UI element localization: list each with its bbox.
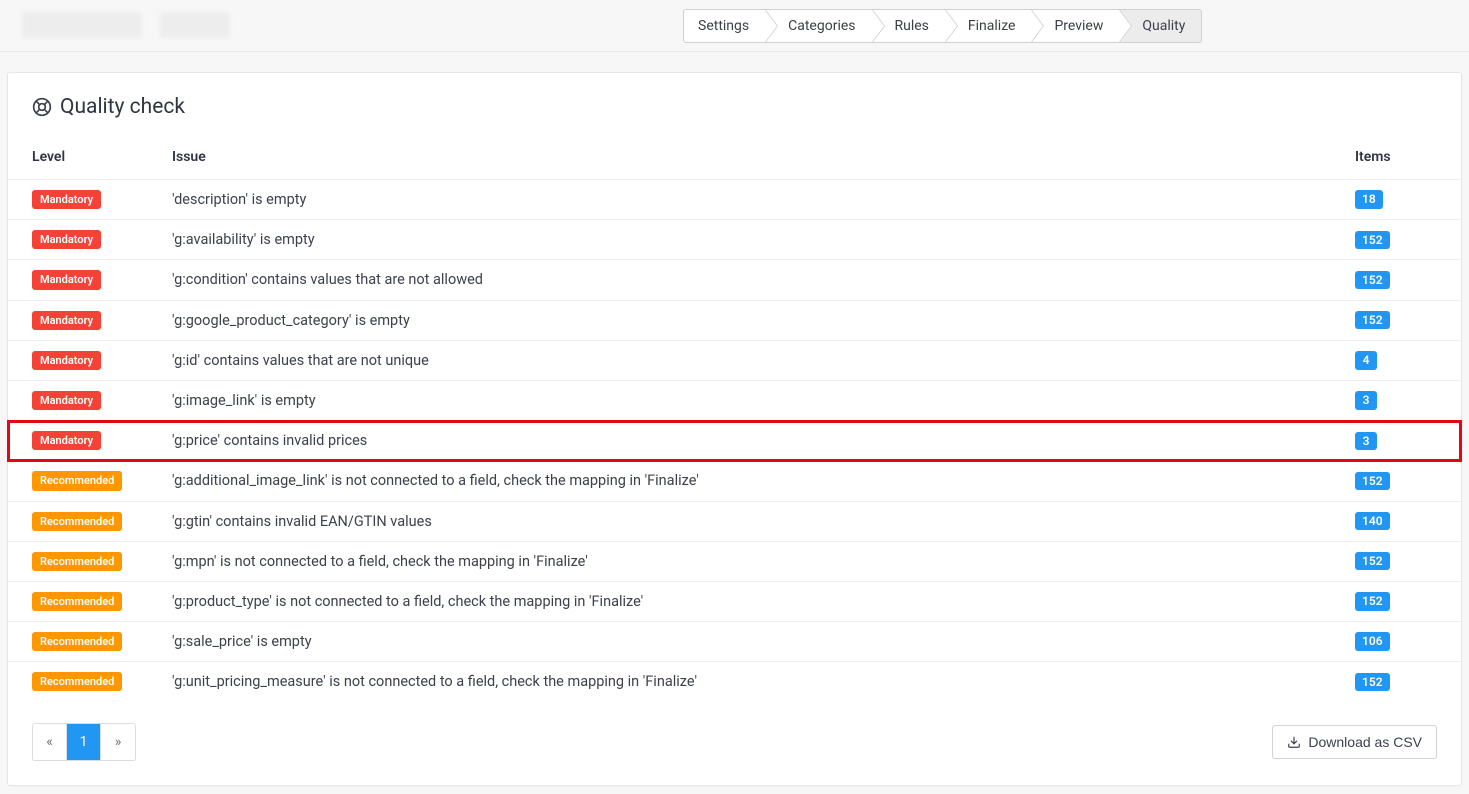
pager-next[interactable]: »: [101, 724, 135, 760]
items-count-badge: 152: [1355, 472, 1390, 490]
level-badge: Mandatory: [32, 311, 101, 330]
issue-cell: 'g:mpn' is not connected to a field, che…: [148, 541, 1331, 581]
table-row[interactable]: Mandatory 'g:price' contains invalid pric…: [8, 421, 1461, 461]
step-preview[interactable]: Preview: [1031, 9, 1120, 43]
table-row[interactable]: Recommended 'g:product_type' is not conne…: [8, 581, 1461, 621]
items-count-badge: 152: [1355, 552, 1390, 570]
issue-cell: 'g:google_product_category' is empty: [148, 300, 1331, 340]
level-badge: Recommended: [32, 552, 122, 571]
table-row[interactable]: Recommended 'g:unit_pricing_measure' is n…: [8, 662, 1461, 702]
items-count-badge: 152: [1355, 231, 1390, 249]
table-row[interactable]: Mandatory 'description' is empty 18: [8, 180, 1461, 220]
wizard-steps: SettingsCategoriesRulesFinalizePreviewQu…: [684, 9, 1202, 43]
level-badge: Recommended: [32, 672, 122, 691]
issue-cell: 'g:price' contains invalid prices: [148, 421, 1331, 461]
step-finalize[interactable]: Finalize: [945, 9, 1033, 43]
pagination: « 1 »: [32, 723, 136, 761]
issue-cell: 'g:additional_image_link' is not connect…: [148, 461, 1331, 501]
redacted-block: [22, 12, 142, 38]
pager-prev[interactable]: «: [33, 724, 67, 760]
issue-cell: 'g:image_link' is empty: [148, 380, 1331, 420]
items-count-badge: 152: [1355, 673, 1390, 691]
col-header-items: Items: [1331, 135, 1461, 180]
download-csv-label: Download as CSV: [1308, 734, 1422, 750]
level-badge: Recommended: [32, 632, 122, 651]
items-count-badge: 152: [1355, 271, 1390, 289]
issue-cell: 'g:product_type' is not connected to a f…: [148, 581, 1331, 621]
col-header-issue: Issue: [148, 135, 1331, 180]
level-badge: Mandatory: [32, 351, 101, 370]
table-row[interactable]: Mandatory 'g:image_link' is empty 3: [8, 380, 1461, 420]
col-header-level: Level: [8, 135, 148, 180]
issue-cell: 'g:sale_price' is empty: [148, 622, 1331, 662]
items-count-badge: 152: [1355, 311, 1390, 329]
items-count-badge: 3: [1355, 391, 1377, 409]
table-row[interactable]: Mandatory 'g:availability' is empty 152: [8, 220, 1461, 260]
table-row[interactable]: Recommended 'g:additional_image_link' is …: [8, 461, 1461, 501]
download-icon: [1287, 735, 1301, 749]
redacted-block: [160, 12, 230, 38]
items-count-badge: 152: [1355, 592, 1390, 610]
panel-footer: « 1 » Download as CSV: [8, 701, 1461, 785]
level-badge: Mandatory: [32, 190, 101, 209]
issue-cell: 'g:condition' contains values that are n…: [148, 260, 1331, 300]
level-badge: Mandatory: [32, 230, 101, 249]
table-row[interactable]: Recommended 'g:mpn' is not connected to a…: [8, 541, 1461, 581]
step-categories[interactable]: Categories: [765, 9, 872, 43]
table-row[interactable]: Mandatory 'g:id' contains values that are…: [8, 340, 1461, 380]
issue-cell: 'description' is empty: [148, 180, 1331, 220]
items-count-badge: 140: [1355, 512, 1390, 530]
download-csv-button[interactable]: Download as CSV: [1272, 725, 1437, 759]
issue-cell: 'g:unit_pricing_measure' is not connecte…: [148, 662, 1331, 702]
quality-table: Level Issue Items Mandatory 'description'…: [8, 135, 1461, 701]
life-ring-icon: [32, 97, 52, 117]
table-row[interactable]: Mandatory 'g:condition' contains values t…: [8, 260, 1461, 300]
level-badge: Recommended: [32, 592, 122, 611]
issue-cell: 'g:availability' is empty: [148, 220, 1331, 260]
top-bar: SettingsCategoriesRulesFinalizePreviewQu…: [0, 0, 1469, 52]
items-count-badge: 4: [1355, 351, 1377, 369]
level-badge: Mandatory: [32, 431, 101, 450]
panel-title: Quality check: [60, 95, 185, 119]
panel-header: Quality check: [8, 73, 1461, 135]
items-count-badge: 18: [1355, 190, 1383, 208]
issue-cell: 'g:id' contains values that are not uniq…: [148, 340, 1331, 380]
level-badge: Recommended: [32, 512, 122, 531]
pager-page-1[interactable]: 1: [67, 724, 101, 760]
level-badge: Recommended: [32, 471, 122, 490]
items-count-badge: 3: [1355, 432, 1377, 450]
level-badge: Mandatory: [32, 270, 101, 289]
table-row[interactable]: Recommended 'g:sale_price' is empty 106: [8, 622, 1461, 662]
items-count-badge: 106: [1355, 632, 1390, 650]
step-settings[interactable]: Settings: [683, 9, 766, 43]
level-badge: Mandatory: [32, 391, 101, 410]
table-row[interactable]: Recommended 'g:gtin' contains invalid EAN…: [8, 501, 1461, 541]
table-row[interactable]: Mandatory 'g:google_product_category' is …: [8, 300, 1461, 340]
issue-cell: 'g:gtin' contains invalid EAN/GTIN value…: [148, 501, 1331, 541]
quality-panel: Quality check Level Issue Items Mandator…: [7, 72, 1462, 786]
